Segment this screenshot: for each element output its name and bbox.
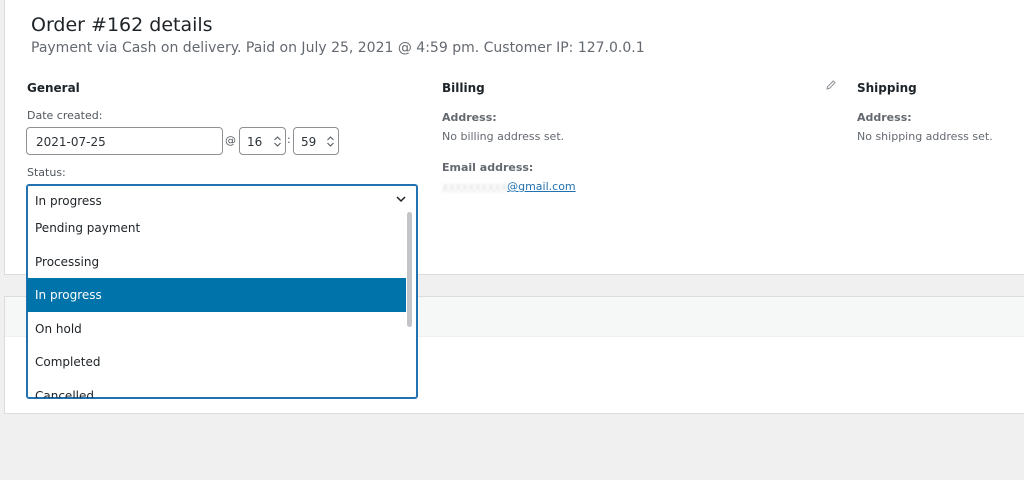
- hour-input[interactable]: 16: [239, 127, 286, 155]
- payment-summary: Payment via Cash on delivery. Paid on Ju…: [31, 40, 645, 56]
- chevron-down-icon[interactable]: [395, 193, 407, 205]
- status-select[interactable]: In progress Pending payment Processing I…: [26, 184, 418, 399]
- shipping-heading: Shipping: [857, 81, 917, 95]
- status-option[interactable]: Cancelled: [27, 379, 406, 399]
- email-link[interactable]: @gmail.com: [507, 180, 576, 193]
- minute-input[interactable]: 59: [293, 127, 339, 155]
- status-option-selected[interactable]: In progress: [27, 278, 406, 312]
- status-current-value[interactable]: In progress: [27, 185, 417, 213]
- general-heading: General: [27, 81, 80, 95]
- billing-address-label: Address:: [442, 111, 497, 124]
- status-label: Status:: [27, 166, 66, 179]
- shipping-address-value: No shipping address set.: [857, 130, 993, 143]
- at-separator: @: [225, 134, 236, 147]
- email-redacted: xxxxxxxxxx: [442, 180, 508, 193]
- colon-separator: :: [287, 133, 291, 146]
- status-option[interactable]: Completed: [27, 345, 406, 379]
- billing-heading: Billing: [442, 81, 485, 95]
- minute-value: 59: [301, 135, 317, 149]
- date-created-label: Date created:: [27, 109, 103, 122]
- date-created-input[interactable]: 2021-07-25: [26, 127, 223, 155]
- shipping-address-label: Address:: [857, 111, 912, 124]
- hour-value: 16: [247, 135, 263, 149]
- page-title: Order #162 details: [31, 14, 213, 36]
- spin-arrows-icon[interactable]: [326, 134, 335, 149]
- status-option[interactable]: Processing: [27, 245, 406, 279]
- status-option[interactable]: On hold: [27, 312, 406, 346]
- pencil-icon[interactable]: [825, 79, 837, 91]
- email-address-label: Email address:: [442, 161, 534, 174]
- billing-email[interactable]: xxxxxxxxxx@gmail.com: [442, 180, 576, 193]
- status-options-list: Pending payment Processing In progress O…: [27, 211, 406, 399]
- spin-arrows-icon[interactable]: [273, 134, 282, 149]
- dropdown-scrollbar-thumb[interactable]: [407, 212, 412, 327]
- billing-address-value: No billing address set.: [442, 130, 565, 143]
- status-option[interactable]: Pending payment: [27, 211, 406, 245]
